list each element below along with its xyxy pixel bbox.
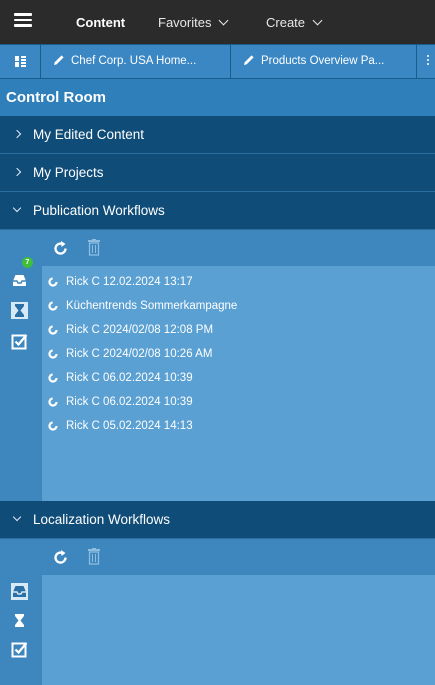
workflow-item-label: Rick C 06.02.2024 10:39 bbox=[66, 396, 193, 408]
nav-create[interactable]: Create bbox=[266, 15, 323, 30]
grid-icon bbox=[15, 56, 26, 67]
section-my-projects[interactable]: My Projects bbox=[0, 154, 435, 192]
checkbox-done-icon[interactable] bbox=[11, 333, 28, 350]
workflow-item-label: Rick C 12.02.2024 13:17 bbox=[66, 276, 193, 288]
publication-workflows-panel: 7 Rick C 12.02.2024 13:17 Küchentrends So… bbox=[0, 230, 435, 501]
workflow-item[interactable]: Rick C 2024/02/08 12:08 PM bbox=[48, 318, 237, 342]
workflow-status-icon bbox=[48, 325, 58, 335]
tab-more[interactable] bbox=[417, 45, 435, 78]
hourglass-icon[interactable] bbox=[11, 612, 28, 629]
section-publication-workflows[interactable]: Publication Workflows bbox=[0, 192, 435, 230]
section-label: My Projects bbox=[33, 165, 104, 180]
inbox-icon[interactable] bbox=[11, 272, 28, 289]
trash-icon[interactable] bbox=[88, 548, 100, 565]
refresh-icon[interactable] bbox=[52, 549, 69, 566]
workflow-toolbar bbox=[42, 539, 435, 575]
chevron-down-icon bbox=[219, 15, 229, 26]
tab-chef-corp-home[interactable]: Chef Corp. USA Home... bbox=[41, 45, 230, 78]
workflow-item[interactable]: Rick C 06.02.2024 10:39 bbox=[48, 366, 237, 390]
section-label: Publication Workflows bbox=[33, 203, 165, 218]
trash-icon[interactable] bbox=[88, 239, 100, 256]
control-room-title: Control Room bbox=[0, 79, 435, 116]
chevron-right-icon bbox=[12, 129, 22, 139]
workflow-item[interactable]: Küchentrends Sommerkampagne bbox=[48, 294, 237, 318]
chevron-down-icon bbox=[12, 203, 22, 213]
tab-products-overview[interactable]: Products Overview Pa... bbox=[231, 45, 416, 78]
workflow-status-icon bbox=[48, 301, 58, 311]
more-dots-icon bbox=[427, 55, 430, 67]
section-label: Localization Workflows bbox=[33, 512, 171, 527]
workflow-list-area bbox=[42, 575, 435, 685]
hourglass-icon[interactable] bbox=[11, 302, 28, 319]
workflow-item-label: Rick C 05.02.2024 14:13 bbox=[66, 420, 193, 432]
section-localization-workflows[interactable]: Localization Workflows bbox=[0, 501, 435, 539]
pencil-icon bbox=[54, 55, 64, 65]
section-my-edited-content[interactable]: My Edited Content bbox=[0, 116, 435, 154]
pencil-icon bbox=[244, 55, 254, 65]
pending-count-badge: 7 bbox=[22, 257, 33, 268]
workflow-item-label: Küchentrends Sommerkampagne bbox=[66, 300, 238, 312]
workflow-item[interactable]: Rick C 05.02.2024 14:13 bbox=[48, 414, 237, 438]
inbox-icon[interactable] bbox=[11, 583, 28, 600]
workflow-status-icon bbox=[48, 373, 58, 383]
workflow-toolbar bbox=[42, 230, 435, 266]
chevron-right-icon bbox=[12, 167, 22, 177]
workflow-list-area: Rick C 12.02.2024 13:17 Küchentrends Somm… bbox=[42, 266, 435, 501]
workflow-item[interactable]: Rick C 12.02.2024 13:17 bbox=[48, 270, 237, 294]
workflow-status-icon bbox=[48, 421, 58, 431]
nav-content[interactable]: Content bbox=[76, 15, 125, 30]
workflow-item[interactable]: Rick C 06.02.2024 10:39 bbox=[48, 390, 237, 414]
nav-create-label: Create bbox=[266, 15, 306, 30]
section-label: My Edited Content bbox=[33, 127, 145, 142]
workflow-status-icon bbox=[48, 277, 58, 287]
refresh-icon[interactable] bbox=[52, 240, 69, 257]
workflow-filter-column: 7 bbox=[0, 230, 42, 501]
workflow-status-icon bbox=[48, 397, 58, 407]
workflow-filter-column bbox=[0, 539, 42, 685]
nav-favorites[interactable]: Favorites bbox=[158, 15, 229, 30]
workflow-item[interactable]: Rick C 2024/02/08 10:26 AM bbox=[48, 342, 237, 366]
workflow-item-label: Rick C 2024/02/08 10:26 AM bbox=[66, 348, 213, 360]
hamburger-menu-icon[interactable] bbox=[14, 13, 32, 27]
tab-label: Chef Corp. USA Home... bbox=[71, 55, 197, 67]
tab-overview-grid[interactable] bbox=[0, 45, 40, 78]
localization-workflows-panel bbox=[0, 539, 435, 685]
workflow-item-label: Rick C 2024/02/08 12:08 PM bbox=[66, 324, 214, 336]
nav-content-label: Content bbox=[76, 15, 126, 30]
chevron-down-icon bbox=[312, 15, 323, 26]
tab-label: Products Overview Pa... bbox=[261, 55, 385, 67]
open-tabs-bar: Chef Corp. USA Home... Products Overview… bbox=[0, 44, 435, 79]
workflow-list: Rick C 12.02.2024 13:17 Küchentrends Somm… bbox=[48, 270, 237, 438]
chevron-down-icon bbox=[12, 512, 22, 522]
top-navigation-bar: Content Favorites Create bbox=[0, 0, 435, 44]
workflow-item-label: Rick C 06.02.2024 10:39 bbox=[66, 372, 193, 384]
workflow-status-icon bbox=[48, 349, 58, 359]
nav-favorites-label: Favorites bbox=[158, 15, 212, 30]
checkbox-done-icon[interactable] bbox=[11, 641, 28, 658]
